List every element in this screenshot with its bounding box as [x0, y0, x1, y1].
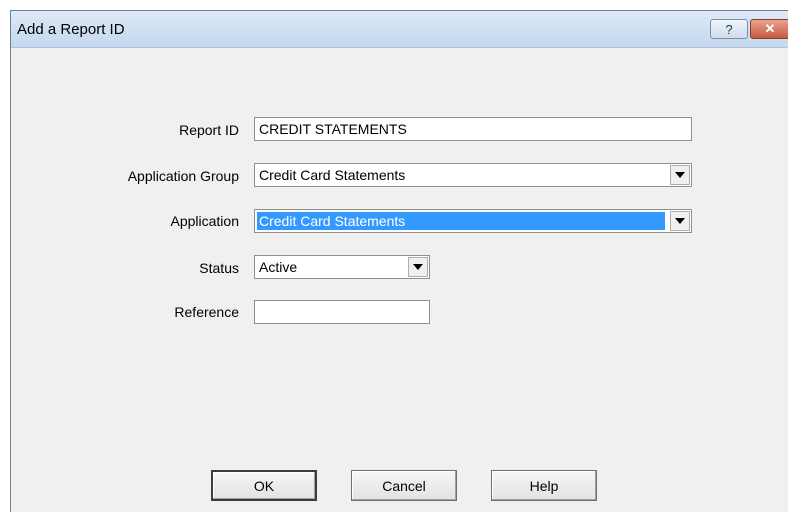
application-group-value: Credit Card Statements — [259, 167, 406, 183]
close-button[interactable]: ✕ — [750, 19, 788, 39]
status-label: Status — [199, 260, 239, 276]
close-icon: ✕ — [764, 21, 776, 36]
application-combobox[interactable]: Credit Card Statements — [254, 209, 692, 233]
status-value: Active — [259, 259, 298, 275]
add-report-id-dialog: Add a Report ID ? ✕ Report ID CREDIT STA… — [10, 10, 788, 512]
question-mark-icon: ? — [725, 21, 733, 37]
report-id-label: Report ID — [179, 122, 239, 138]
application-group-combobox[interactable]: Credit Card Statements — [254, 163, 692, 187]
application-value: Credit Card Statements — [257, 212, 665, 230]
report-id-input[interactable]: CREDIT STATEMENTS — [254, 117, 692, 141]
reference-input[interactable] — [254, 300, 430, 324]
chevron-down-icon — [413, 264, 423, 270]
dialog-title: Add a Report ID — [17, 21, 125, 38]
status-dropdown-button[interactable] — [408, 257, 428, 277]
chevron-down-icon — [675, 172, 685, 178]
reference-label: Reference — [174, 304, 239, 320]
title-bar[interactable]: Add a Report ID ? ✕ — [11, 11, 788, 48]
application-group-dropdown-button[interactable] — [670, 165, 690, 185]
ok-button[interactable]: OK — [211, 470, 317, 501]
status-combobox[interactable]: Active — [254, 255, 430, 279]
help-button[interactable]: Help — [491, 470, 597, 501]
help-title-button[interactable]: ? — [710, 19, 748, 39]
application-label: Application — [170, 213, 240, 229]
application-dropdown-button[interactable] — [670, 211, 690, 231]
cancel-button[interactable]: Cancel — [351, 470, 457, 501]
application-group-label: Application Group — [127, 168, 239, 184]
chevron-down-icon — [675, 218, 685, 224]
